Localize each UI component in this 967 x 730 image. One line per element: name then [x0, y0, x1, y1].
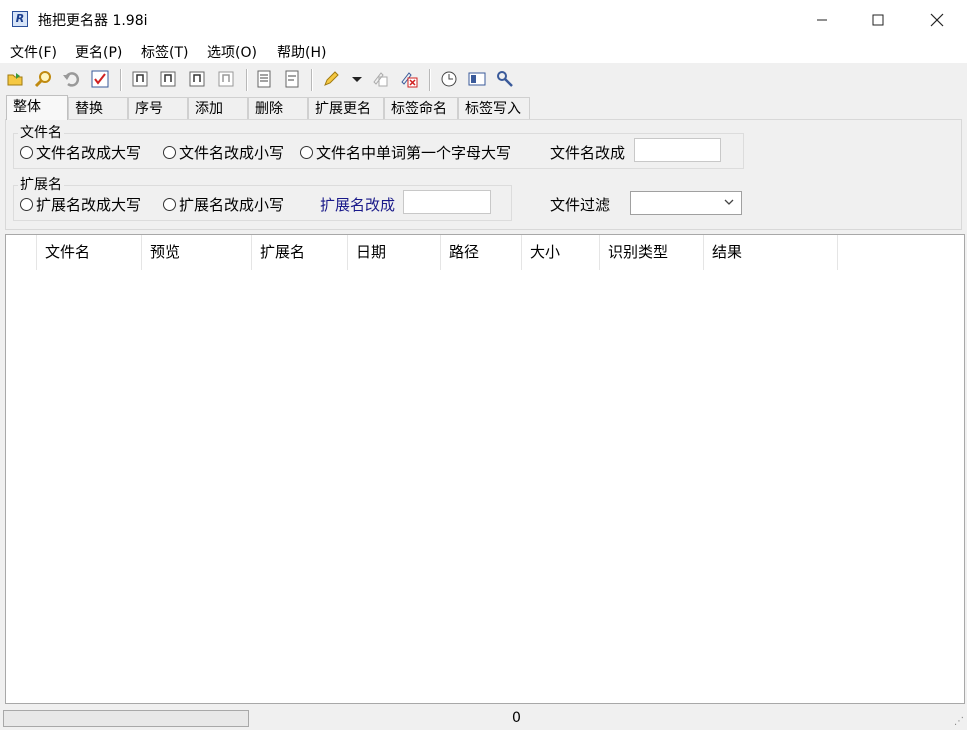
filename-capitalize-radio[interactable]: 文件名中单词第一个字母大写 — [300, 142, 511, 163]
menu-help[interactable]: 帮助(H) — [277, 42, 326, 62]
filename-upper-radio[interactable]: 文件名改成大写 — [20, 142, 141, 163]
radio-circle-icon — [163, 198, 176, 211]
radio-label: 扩展名改成小写 — [179, 196, 285, 214]
file-filter-select[interactable] — [630, 191, 742, 215]
menu-rename[interactable]: 更名(P) — [75, 42, 122, 62]
filename-change-input[interactable] — [634, 138, 721, 162]
dropdown-arrow-icon[interactable] — [348, 70, 366, 88]
radio-label: 文件名改成大写 — [36, 144, 142, 162]
radio-circle-icon — [300, 146, 313, 159]
maximize-button[interactable] — [849, 0, 907, 39]
close-button[interactable] — [908, 0, 966, 39]
column-header-filename[interactable]: 文件名 — [37, 235, 142, 270]
radio-circle-icon — [20, 146, 33, 159]
tab-panel: 文件名 文件名改成大写 文件名改成小写 文件名中单词第一个字母大写 文件名改成 … — [5, 119, 962, 230]
file-filter-label: 文件过滤 — [550, 196, 611, 214]
radio-circle-icon — [20, 198, 33, 211]
resize-grip-icon[interactable]: ⋰ — [954, 716, 964, 727]
ext-change-input[interactable] — [403, 190, 491, 214]
app-icon: R — [12, 11, 28, 27]
tab-delete[interactable]: 删除 — [248, 97, 308, 119]
status-bar: 0 ⋰ — [0, 706, 967, 730]
status-count: 0 — [512, 710, 521, 726]
radio-label: 扩展名改成大写 — [36, 196, 142, 214]
window-title: 拖把更名器 1.98i — [38, 13, 148, 29]
delete-icon[interactable] — [400, 70, 418, 88]
chevron-down-icon — [724, 199, 734, 205]
title-bar: R 拖把更名器 1.98i — [0, 0, 967, 40]
tab-sequence[interactable]: 序号 — [128, 97, 188, 119]
ext-upper-radio[interactable]: 扩展名改成大写 — [20, 194, 141, 215]
filename-lower-radio[interactable]: 文件名改成小写 — [163, 142, 284, 163]
column-header-preview[interactable]: 预览 — [142, 235, 252, 270]
menu-bar: 文件(F) 更名(P) 标签(T) 选项(O) 帮助(H) — [0, 39, 967, 63]
ext-change-label: 扩展名改成 — [320, 196, 396, 214]
music-tag-4-icon[interactable] — [217, 70, 235, 88]
column-header-extension[interactable]: 扩展名 — [252, 235, 348, 270]
tab-tag-naming[interactable]: 标签命名 — [384, 97, 458, 119]
column-header-size[interactable]: 大小 — [522, 235, 600, 270]
menu-tag[interactable]: 标签(T) — [141, 42, 188, 62]
open-folder-icon[interactable] — [6, 70, 24, 88]
check-icon[interactable] — [91, 70, 109, 88]
tab-replace[interactable]: 替换 — [68, 97, 128, 119]
column-header-date[interactable]: 日期 — [348, 235, 441, 270]
close-icon — [930, 13, 944, 26]
undo-icon[interactable] — [62, 70, 80, 88]
status-progress — [3, 710, 249, 727]
column-header-result[interactable]: 结果 — [704, 235, 838, 270]
search-icon[interactable] — [34, 70, 52, 88]
filename-change-label: 文件名改成 — [550, 144, 626, 162]
music-tag-1-icon[interactable] — [131, 70, 149, 88]
tab-ext-rename[interactable]: 扩展更名 — [308, 97, 384, 119]
menu-options[interactable]: 选项(O) — [207, 42, 257, 62]
tab-tag-write[interactable]: 标签写入 — [458, 97, 530, 119]
maximize-icon — [872, 14, 884, 25]
radio-label: 文件名改成小写 — [179, 144, 285, 162]
panel-icon[interactable] — [468, 70, 486, 88]
pencil-icon[interactable] — [322, 70, 340, 88]
ext-lower-radio[interactable]: 扩展名改成小写 — [163, 194, 284, 215]
clock-icon[interactable] — [440, 70, 458, 88]
radio-circle-icon — [163, 146, 176, 159]
column-header-type[interactable]: 识别类型 — [600, 235, 704, 270]
column-header-path[interactable]: 路径 — [441, 235, 522, 270]
tool-icon[interactable] — [496, 70, 514, 88]
file-list[interactable]: 文件名 预览 扩展名 日期 路径 大小 识别类型 结果 — [5, 234, 965, 704]
minimize-button[interactable] — [793, 0, 851, 39]
minimize-icon — [817, 19, 827, 20]
menu-file[interactable]: 文件(F) — [10, 42, 57, 62]
toolbar — [0, 66, 967, 94]
document-icon[interactable] — [255, 70, 273, 88]
music-tag-3-icon[interactable] — [188, 70, 206, 88]
filename-group-label: 文件名 — [18, 122, 64, 142]
column-header-index[interactable] — [6, 235, 37, 270]
clear-icon[interactable] — [371, 70, 389, 88]
ext-group-label: 扩展名 — [18, 174, 64, 194]
radio-label: 文件名中单词第一个字母大写 — [316, 144, 512, 162]
document-edit-icon[interactable] — [283, 70, 301, 88]
music-tag-2-icon[interactable] — [159, 70, 177, 88]
tab-whole[interactable]: 整体 — [6, 95, 68, 120]
tab-add[interactable]: 添加 — [188, 97, 248, 119]
